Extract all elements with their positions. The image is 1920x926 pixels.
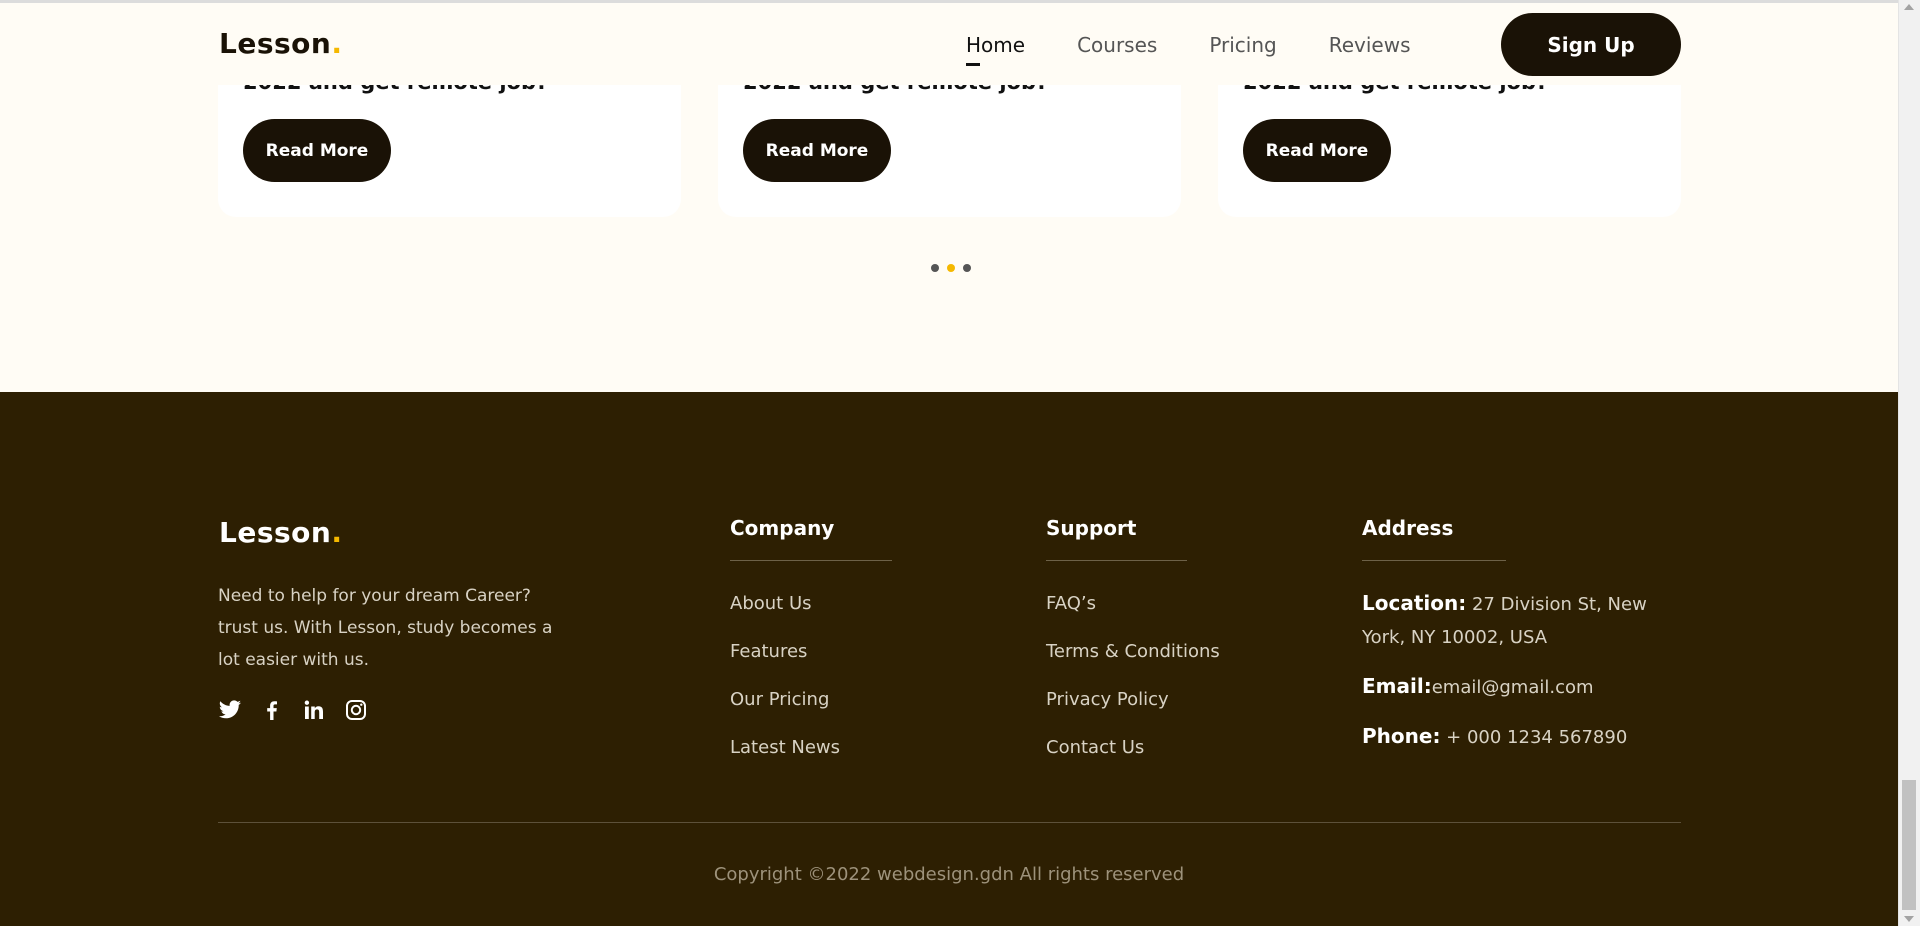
- address-block: Location: 27 Division St, New York, NY 1…: [1362, 587, 1682, 754]
- carousel-dot[interactable]: [931, 264, 939, 272]
- footer-support-column: Support FAQ’s Terms & Conditions Privacy…: [1046, 516, 1220, 785]
- address-email: Email:email@gmail.com: [1362, 674, 1594, 698]
- main-nav: Home Courses Pricing Reviews: [966, 33, 1411, 66]
- footer-link-news[interactable]: Latest News: [730, 737, 892, 785]
- footer-link-faq[interactable]: FAQ’s: [1046, 593, 1220, 641]
- heading-divider: [730, 560, 892, 561]
- instagram-icon[interactable]: [344, 698, 368, 722]
- carousel-dots: [931, 264, 971, 272]
- nav-pricing[interactable]: Pricing: [1209, 33, 1276, 57]
- facebook-icon[interactable]: [260, 698, 284, 722]
- scrollbar[interactable]: [1898, 0, 1920, 926]
- carousel-dot-active[interactable]: [947, 264, 955, 272]
- heading-divider: [1362, 560, 1506, 561]
- address-location: Location: 27 Division St, New York, NY 1…: [1362, 591, 1647, 648]
- support-heading: Support: [1046, 516, 1137, 540]
- company-heading: Company: [730, 516, 835, 540]
- address-phone: Phone: + 000 1234 567890: [1362, 724, 1628, 748]
- read-more-button[interactable]: Read More: [743, 119, 891, 182]
- read-more-button[interactable]: Read More: [1243, 119, 1391, 182]
- social-links: [218, 698, 368, 722]
- nav-reviews[interactable]: Reviews: [1329, 33, 1411, 57]
- footer-link-privacy[interactable]: Privacy Policy: [1046, 689, 1220, 737]
- address-heading: Address: [1362, 516, 1454, 540]
- heading-divider: [1046, 560, 1187, 561]
- footer-link-features[interactable]: Features: [730, 641, 892, 689]
- footer-logo[interactable]: Lesson.: [219, 516, 342, 549]
- footer-link-about[interactable]: About Us: [730, 593, 892, 641]
- site-footer: Lesson. Need to help for your dream Care…: [0, 392, 1898, 926]
- nav-courses[interactable]: Courses: [1077, 33, 1157, 57]
- footer-link-contact[interactable]: Contact Us: [1046, 737, 1220, 785]
- carousel-dot[interactable]: [963, 264, 971, 272]
- header-logo[interactable]: Lesson.: [219, 27, 342, 60]
- scroll-thumb[interactable]: [1902, 780, 1916, 910]
- footer-company-column: Company About Us Features Our Pricing La…: [730, 516, 892, 785]
- scroll-down-arrow-icon[interactable]: [1904, 916, 1914, 922]
- sign-up-button[interactable]: Sign Up: [1501, 13, 1681, 76]
- footer-divider: [218, 822, 1681, 823]
- nav-home[interactable]: Home: [966, 33, 1025, 66]
- twitter-icon[interactable]: [218, 698, 242, 722]
- read-more-button[interactable]: Read More: [243, 119, 391, 182]
- footer-description: Need to help for your dream Career? trus…: [218, 586, 553, 670]
- footer-address-column: Address Location: 27 Division St, New Yo…: [1362, 516, 1682, 770]
- scroll-up-arrow-icon[interactable]: [1904, 4, 1914, 10]
- copyright-text: Copyright ©2022 webdesign.gdn All rights…: [713, 864, 1185, 885]
- footer-link-terms[interactable]: Terms & Conditions: [1046, 641, 1220, 689]
- site-header: Lesson. Home Courses Pricing Reviews Sig…: [0, 3, 1898, 85]
- footer-link-pricing[interactable]: Our Pricing: [730, 689, 892, 737]
- linkedin-icon[interactable]: [302, 698, 326, 722]
